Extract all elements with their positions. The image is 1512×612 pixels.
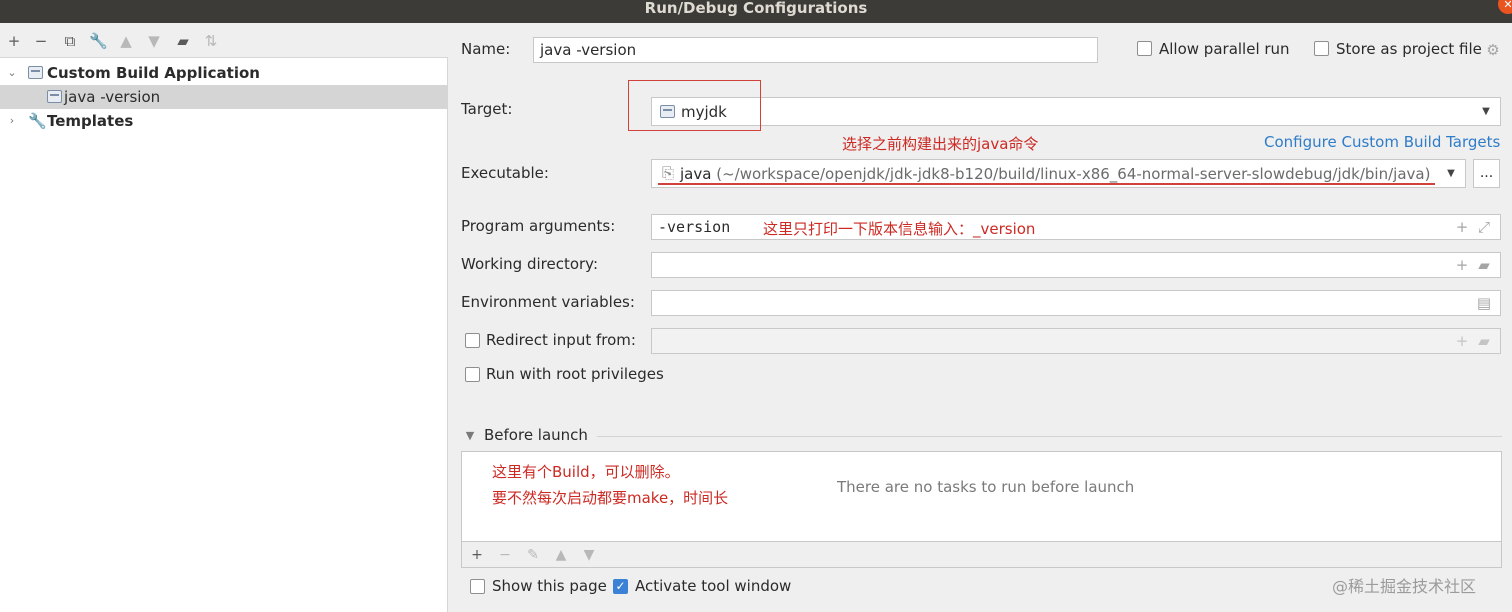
tree-item-java-version[interactable]: java -version [0, 85, 448, 109]
wrench-icon: 🔧 [28, 112, 47, 130]
wrench-icon[interactable]: 🔧 [89, 32, 108, 50]
plus-icon[interactable]: + [5, 32, 23, 50]
window-titlebar: Run/Debug Configurations ✕ [0, 0, 1512, 23]
env-vars-label: Environment variables: [461, 293, 635, 311]
app-config-icon [28, 66, 43, 79]
folder-icon[interactable]: ▰ [1476, 333, 1492, 349]
before-launch-annotation-2: 要不然每次启动都要make，时间长 [492, 489, 729, 507]
arrow-down-icon[interactable]: ▼ [580, 546, 598, 564]
expand-icon[interactable]: ⤢ [1476, 219, 1492, 235]
sidebar-toolbar: + − ⧉ 🔧 ▲ ▼ ▰ ⇅ [0, 23, 448, 58]
configuration-editor: Name: java -version Allow parallel run S… [449, 23, 1512, 612]
redirect-checkbox[interactable] [465, 333, 480, 348]
arrow-up-icon[interactable]: ▲ [117, 32, 135, 50]
executable-text: java (~/workspace/openjdk/jdk-jdk8-b120/… [680, 164, 1430, 184]
copy-icon[interactable]: ⧉ [61, 32, 79, 50]
target-annotation: 选择之前构建出来的java命令 [842, 135, 1039, 153]
store-project-label: Store as project file [1336, 40, 1482, 58]
allow-parallel-checkbox[interactable] [1137, 41, 1152, 56]
chevron-down-icon[interactable]: ▼ [463, 429, 477, 442]
app-config-icon [47, 90, 62, 103]
activate-tool-window-label: Activate tool window [635, 577, 792, 595]
before-launch-task-list[interactable]: 这里有个Build，可以删除。 要不然每次启动都要make，时间长 There … [461, 451, 1502, 542]
templates-label: Templates [47, 112, 134, 130]
gear-icon[interactable]: ⚙ [1485, 42, 1501, 58]
target-callout-box [628, 80, 761, 131]
sort-icon[interactable]: ⇅ [202, 32, 220, 50]
program-args-value: -version [658, 218, 731, 236]
before-launch-title: Before launch [484, 426, 588, 444]
working-dir-input[interactable]: + ▰ [651, 252, 1501, 278]
allow-parallel-label: Allow parallel run [1159, 40, 1290, 58]
minus-icon[interactable]: − [32, 32, 50, 50]
plus-icon[interactable]: + [1454, 257, 1470, 273]
before-launch-annotation-1: 这里有个Build，可以删除。 [492, 463, 680, 481]
arrow-down-icon[interactable]: ▼ [145, 32, 163, 50]
plus-icon[interactable]: + [468, 546, 486, 564]
tree-group-templates[interactable]: › 🔧 Templates [0, 109, 448, 133]
target-label: Target: [461, 100, 513, 118]
plus-icon[interactable]: + [1454, 333, 1470, 349]
minus-icon[interactable]: − [496, 546, 514, 564]
pencil-icon[interactable]: ✎ [524, 546, 542, 564]
program-args-label: Program arguments: [461, 217, 616, 235]
tree-item-label: java -version [64, 88, 161, 106]
arrow-up-icon[interactable]: ▲ [552, 546, 570, 564]
tree-group-label: Custom Build Application [47, 64, 260, 82]
executable-name: java [680, 165, 712, 183]
section-divider [597, 436, 1502, 437]
store-project-checkbox[interactable] [1314, 41, 1329, 56]
configure-targets-link[interactable]: Configure Custom Build Targets [1264, 133, 1500, 151]
working-dir-label: Working directory: [461, 255, 599, 273]
document-icon[interactable]: ▤ [1476, 295, 1492, 311]
watermark: @稀土掘金技术社区 [1332, 577, 1477, 596]
before-launch-toolbar: + − ✎ ▲ ▼ [461, 542, 1502, 568]
name-input[interactable]: java -version [533, 37, 1098, 63]
chevron-right-icon[interactable]: › [5, 109, 19, 133]
executable-path: (~/workspace/openjdk/jdk-jdk8-b120/build… [716, 165, 1431, 183]
activate-tool-window-checkbox[interactable]: ✓ [613, 579, 628, 594]
plus-icon[interactable]: + [1454, 219, 1470, 235]
root-privileges-label: Run with root privileges [486, 365, 664, 383]
name-value: java -version [540, 41, 637, 59]
show-page-label: Show this page [492, 577, 607, 595]
executable-browse-button[interactable]: ... [1473, 159, 1500, 188]
root-privileges-checkbox[interactable] [465, 367, 480, 382]
configurations-sidebar: + − ⧉ 🔧 ▲ ▼ ▰ ⇅ ⌄ Custom Build Applicati… [0, 23, 448, 612]
name-label: Name: [461, 40, 511, 58]
no-tasks-text: There are no tasks to run before launch [837, 478, 1135, 496]
target-select[interactable]: myjdk ▼ [651, 97, 1501, 126]
executable-underline [658, 183, 1435, 185]
window-title: Run/Debug Configurations [644, 0, 868, 17]
close-icon[interactable]: ✕ [1498, 0, 1512, 14]
program-args-input[interactable]: -version 这里只打印一下版本信息输入：_version + ⤢ [651, 214, 1501, 240]
chevron-down-icon[interactable]: ▼ [1478, 104, 1494, 120]
executable-label: Executable: [461, 164, 549, 182]
folder-icon[interactable]: ▰ [174, 32, 192, 50]
chevron-down-icon[interactable]: ▼ [1443, 166, 1459, 182]
show-page-checkbox[interactable] [470, 579, 485, 594]
env-vars-input[interactable]: ▤ [651, 290, 1501, 316]
executable-icon: ⎘ [661, 164, 674, 182]
args-annotation: 这里只打印一下版本信息输入：_version [763, 220, 1036, 238]
folder-icon[interactable]: ▰ [1476, 257, 1492, 273]
tree-group-custom-build[interactable]: ⌄ Custom Build Application [0, 61, 448, 85]
redirect-label: Redirect input from: [486, 331, 636, 349]
chevron-down-icon[interactable]: ⌄ [5, 61, 19, 85]
redirect-input[interactable]: + ▰ [651, 328, 1501, 354]
